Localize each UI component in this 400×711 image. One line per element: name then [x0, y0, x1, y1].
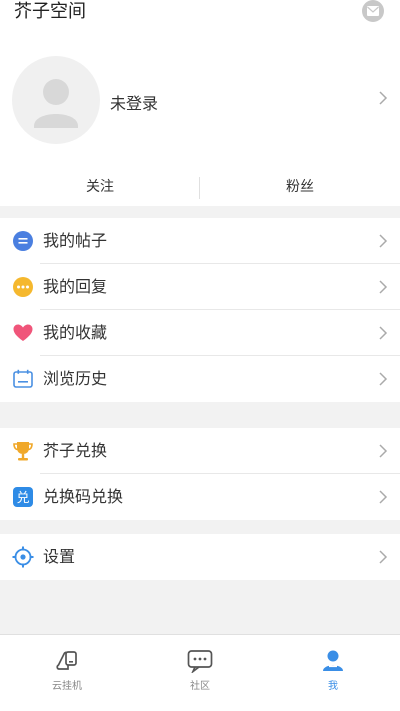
- reply-icon: [12, 276, 34, 298]
- svg-text:兑: 兑: [16, 491, 29, 506]
- default-avatar-icon[interactable]: [12, 56, 100, 144]
- tab-label: 我: [328, 681, 338, 692]
- menu-item-label: 我的帖子: [43, 231, 108, 250]
- menu-item-my-favorites[interactable]: 我的收藏: [0, 310, 400, 356]
- menu-item-label: 浏览历史: [43, 369, 108, 388]
- bottom-tab-bar: 云挂机 社区 我: [0, 634, 400, 711]
- menu-group-posts: 我的帖子 我的回复 我的收藏 浏览历史: [0, 218, 400, 402]
- chat-icon: [133, 649, 267, 673]
- menu-item-history[interactable]: 浏览历史: [0, 356, 400, 402]
- chevron-right-icon: [378, 443, 388, 463]
- login-status[interactable]: 未登录: [110, 90, 158, 114]
- tab-label: 社区: [190, 681, 210, 692]
- menu-item-my-posts[interactable]: 我的帖子: [0, 218, 400, 264]
- chevron-right-icon: [378, 325, 388, 345]
- followers-stat[interactable]: 粉丝: [200, 172, 400, 206]
- history-icon: [12, 368, 34, 390]
- following-stat[interactable]: 关注: [0, 172, 200, 206]
- menu-item-redeem-code[interactable]: 兑 兑换码兑换: [0, 474, 400, 520]
- menu-item-my-replies[interactable]: 我的回复: [0, 264, 400, 310]
- chevron-right-icon: [378, 279, 388, 299]
- user-icon: [266, 649, 400, 673]
- settings-icon: [12, 546, 34, 568]
- tab-cloud-device[interactable]: 云挂机: [0, 649, 134, 692]
- menu-group-settings: 设置: [0, 534, 400, 580]
- menu-item-label: 兑换码兑换: [43, 487, 124, 506]
- menu-item-label: 我的回复: [43, 277, 108, 296]
- top-bar: 芥子空间: [0, 0, 400, 34]
- chevron-right-icon: [378, 489, 388, 509]
- post-icon: [12, 230, 34, 252]
- cloud-device-icon: [0, 649, 134, 673]
- heart-icon: [12, 322, 34, 344]
- tab-community[interactable]: 社区: [133, 649, 267, 692]
- menu-item-exchange[interactable]: 芥子兑换: [0, 428, 400, 474]
- menu-item-label: 我的收藏: [43, 323, 108, 342]
- menu-item-settings[interactable]: 设置: [0, 534, 400, 580]
- chevron-right-icon: [378, 549, 388, 569]
- trophy-icon: [12, 440, 34, 462]
- chevron-right-icon: [378, 233, 388, 253]
- profile-card: 未登录 关注 粉丝: [0, 34, 400, 206]
- message-icon[interactable]: [362, 0, 384, 22]
- menu-item-label: 设置: [43, 547, 76, 566]
- app-title: 芥子空间: [14, 1, 86, 22]
- chevron-right-icon: [378, 90, 388, 110]
- redeem-code-icon: 兑: [12, 486, 34, 508]
- tab-me[interactable]: 我: [266, 649, 400, 692]
- tab-label: 云挂机: [52, 681, 82, 692]
- stats-row: 关注 粉丝: [0, 172, 400, 206]
- menu-group-exchange: 芥子兑换 兑 兑换码兑换: [0, 428, 400, 520]
- chevron-right-icon: [378, 371, 388, 391]
- menu-item-label: 芥子兑换: [43, 441, 108, 460]
